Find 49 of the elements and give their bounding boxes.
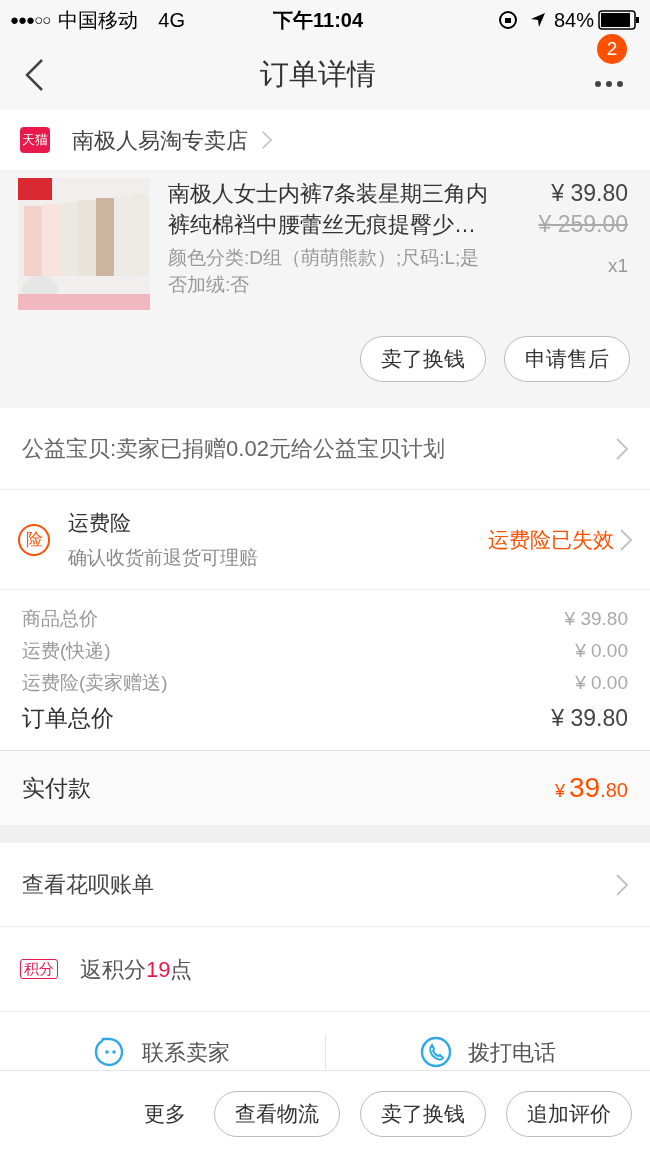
network-type: 4G: [158, 8, 185, 33]
item-action-button[interactable]: 卖了换钱: [360, 336, 486, 382]
points-text: 返积分19点: [80, 955, 193, 984]
total-label: 运费(快递): [22, 638, 111, 663]
order-action-button[interactable]: 查看物流: [214, 1090, 340, 1137]
insurance-title: 运费险: [68, 509, 132, 536]
carrier-name: 中国移动: [58, 8, 139, 33]
product-price: ¥ 39.80: [551, 179, 628, 208]
phone-icon: [419, 1036, 452, 1068]
clock-time: 下午11:04: [273, 8, 364, 33]
page-title: 订单详情: [260, 58, 376, 91]
product-title[interactable]: 南极人女士内裤7条装星期三角内裤纯棉裆中腰蕾丝无痕提臀少…: [168, 178, 508, 240]
battery-percent: 84%: [553, 8, 594, 33]
location-arrow-icon: [529, 12, 546, 28]
tmall-badge: 天猫: [20, 127, 50, 153]
total-value: ¥ 0.00: [575, 670, 628, 695]
chevron-right-icon: [620, 528, 632, 551]
item-action-button[interactable]: 申请售后: [504, 336, 630, 382]
signal-strength: ●●●○○: [10, 9, 51, 30]
order-action-button[interactable]: 卖了换钱: [360, 1090, 486, 1137]
paid-amount: ¥39.80: [555, 771, 628, 805]
contact-button[interactable]: 拨打电话: [419, 1034, 556, 1070]
rotation-lock-icon: [497, 10, 518, 30]
charity-notice[interactable]: 公益宝贝:卖家已捐赠0.02元给公益宝贝计划: [22, 432, 445, 465]
more-actions[interactable]: 更多: [144, 1097, 186, 1130]
shop-name[interactable]: 南极人易淘专卖店: [72, 123, 248, 157]
product-quantity: x1: [607, 254, 628, 278]
order-action-button[interactable]: 追加评价: [506, 1090, 632, 1137]
contact-button[interactable]: 联系卖家: [94, 1034, 231, 1070]
insurance-subtitle: 确认收货前退货可理赔: [68, 546, 259, 570]
battery-icon: [598, 10, 640, 30]
huabei-bill-link[interactable]: 查看花呗账单: [22, 868, 154, 901]
total-value: ¥ 39.80: [564, 606, 628, 631]
chevron-right-icon: [262, 131, 272, 149]
more-icon[interactable]: [594, 80, 624, 88]
total-label: 运费险(卖家赠送): [22, 670, 168, 695]
total-label: 订单总价: [22, 703, 114, 733]
insurance-icon: 险: [18, 523, 50, 556]
chevron-right-icon: [616, 873, 628, 896]
product-specs: 颜色分类:D组（萌萌熊款）;尺码:L;是否加绒:否: [168, 246, 481, 297]
paid-label: 实付款: [22, 773, 91, 803]
notification-badge: 2: [597, 34, 627, 64]
points-badge: 积分: [20, 959, 58, 979]
original-price: ¥ 259.00: [538, 210, 628, 239]
total-value: ¥ 0.00: [575, 638, 628, 663]
total-value: ¥ 39.80: [551, 703, 628, 733]
chevron-right-icon: [616, 437, 628, 460]
back-icon[interactable]: [24, 58, 44, 92]
total-label: 商品总价: [22, 606, 98, 631]
